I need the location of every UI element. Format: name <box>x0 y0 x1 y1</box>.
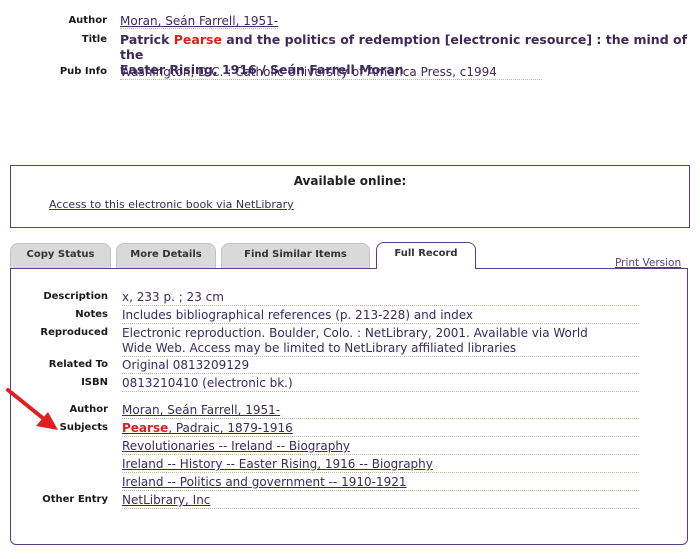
other-entry-row: NetLibrary, Inc <box>122 493 639 509</box>
notes-label: Notes <box>75 309 108 320</box>
subject-row-1: Pearse, Padraic, 1879-1916 <box>122 421 639 437</box>
title-highlight: Pearse <box>173 32 222 47</box>
available-online-title: Available online: <box>293 174 407 188</box>
related-value: Original 0813209129 <box>122 358 639 374</box>
subject-link-easter-rising[interactable]: Ireland -- History -- Easter Rising, 191… <box>122 457 433 471</box>
subject-link-revolutionaries[interactable]: Revolutionaries -- Ireland -- Biography <box>122 439 350 453</box>
other-entry-link[interactable]: NetLibrary, Inc <box>122 493 210 507</box>
related-label: Related To <box>48 359 108 370</box>
record-author-link[interactable]: Moran, Seán Farrell, 1951- <box>122 403 280 417</box>
author-link-text[interactable]: Moran, Seán Farrell, 1951- <box>120 14 279 29</box>
netlibrary-access-link[interactable]: Access to this electronic book via NetLi… <box>49 198 294 211</box>
tab-more-details[interactable]: More Details <box>116 243 216 268</box>
title-label: Title <box>81 34 107 45</box>
notes-value: Includes bibliographical references (p. … <box>122 308 639 324</box>
tab-copy-status[interactable]: Copy Status <box>10 243 111 268</box>
subject1-rest: , Padraic, 1879-1916 <box>168 421 293 435</box>
subject-link-pearse[interactable]: Pearse, Padraic, 1879-1916 <box>122 421 293 435</box>
subject-highlight: Pearse <box>122 421 169 435</box>
subject-row-4: Ireland -- Politics and government -- 19… <box>122 475 639 491</box>
title-pre: Patrick <box>120 32 174 47</box>
record-author-row: Moran, Seán Farrell, 1951- <box>122 403 639 419</box>
description-value: x, 233 p. ; 23 cm <box>122 290 639 306</box>
other-entry-label: Other Entry <box>42 494 108 505</box>
reproduced-value: Electronic reproduction. Boulder, Colo. … <box>122 326 639 357</box>
author-link[interactable]: Moran, Seán Farrell, 1951- <box>120 14 279 29</box>
available-online-box: Available online: Access to this electro… <box>10 165 690 228</box>
description-label: Description <box>43 291 108 302</box>
tab-full-record[interactable]: Full Record <box>376 242 476 269</box>
subject-row-2: Revolutionaries -- Ireland -- Biography <box>122 439 639 455</box>
pubinfo-value: Washington, D.C. : Catholic University o… <box>120 65 542 80</box>
subject-row-3: Ireland -- History -- Easter Rising, 191… <box>122 457 639 473</box>
reproduced-label: Reproduced <box>40 327 108 338</box>
record-title-line1: Patrick Pearse and the politics of redem… <box>120 32 690 62</box>
reproduced-line2: Wide Web. Access may be limited to NetLi… <box>122 341 517 355</box>
author-label: Author <box>68 15 107 26</box>
red-arrow-icon <box>6 388 58 430</box>
pubinfo-label: Pub Info <box>59 66 107 77</box>
isbn-value: 0813210410 (electronic bk.) <box>122 376 639 392</box>
reproduced-line1: Electronic reproduction. Boulder, Colo. … <box>122 326 588 340</box>
tab-find-similar[interactable]: Find Similar Items <box>221 243 370 268</box>
subject-link-politics[interactable]: Ireland -- Politics and government -- 19… <box>122 475 407 489</box>
